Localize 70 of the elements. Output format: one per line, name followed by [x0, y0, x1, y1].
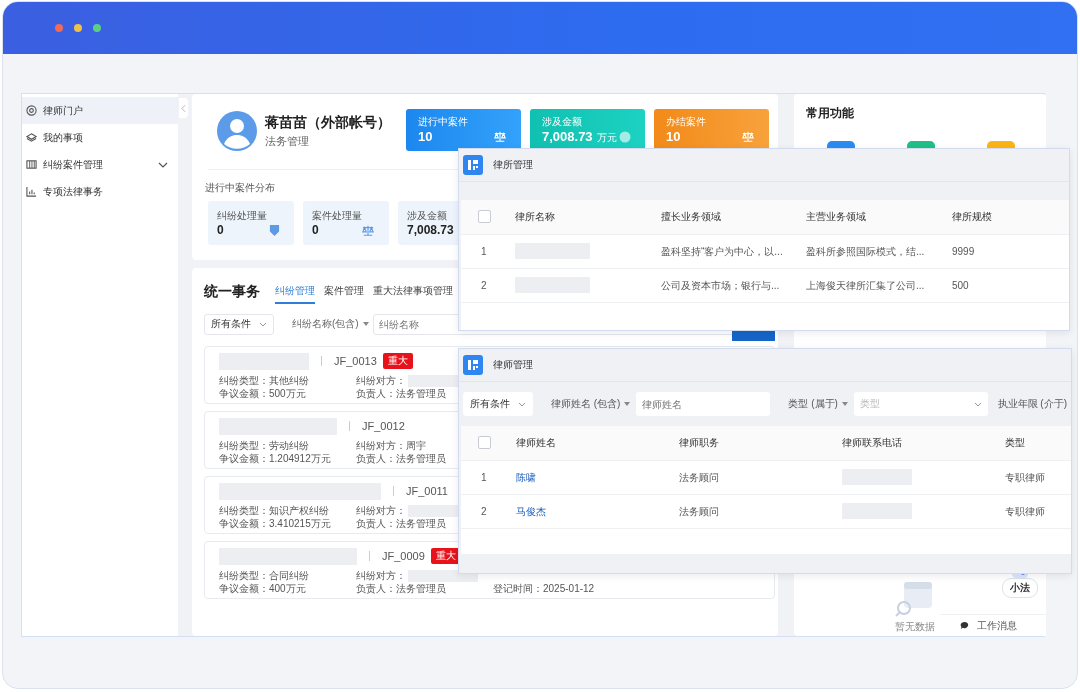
row-number: 2 [480, 506, 488, 517]
stat-value: 7,008.73 [407, 223, 454, 237]
table-cell-text: 500 [952, 280, 970, 291]
table-cell-text: 盈科坚持“客户为中心，以... [661, 244, 784, 259]
case-code: JF_0011 [406, 485, 448, 497]
column-header: 类型 [1005, 436, 1026, 450]
case-field: 负责人：法务管理员 [356, 582, 446, 595]
case-field: 纠纷对方： [356, 374, 406, 387]
case-field: 纠纷类型：其他纠纷 [219, 374, 309, 387]
stat-label: 办结案件 [666, 115, 707, 129]
dropdown-label: 所有条件 [470, 397, 510, 411]
case-field: 负责人：法务管理员 [356, 452, 446, 465]
stat-value: 0 [217, 223, 224, 237]
table-cell-text: 9999 [952, 246, 976, 257]
column-header: 律师职务 [679, 436, 720, 450]
major-tag: 重大 [382, 353, 413, 369]
card-title: 统一事务 [204, 283, 260, 301]
stat-value: 7,008.73 [542, 129, 593, 144]
stat-unit: 万元 [596, 131, 617, 145]
case-code: JF_0013 [334, 355, 377, 367]
panel-title: 常用功能 [805, 105, 855, 122]
case-field: 负责人：法务管理员 [356, 517, 446, 530]
table-cell-text: 专职律师 [1005, 470, 1046, 485]
table-cell-text: 专职律师 [1005, 504, 1046, 519]
stat-label: 案件处理量 [312, 209, 363, 223]
case-field: 纠纷对方： [356, 569, 406, 582]
table-cell-text: 法务顾问 [679, 504, 720, 519]
stat-label: 纠纷处理量 [217, 209, 268, 223]
case-field: 纠纷对方：周宇 [356, 439, 426, 452]
user-name: 蒋苗苗（外部帐号） [265, 113, 392, 132]
table-cell-text: 上海俊天律所汇集了公司... [806, 278, 926, 293]
case-field: 负责人：法务管理员 [356, 387, 446, 400]
row-number: 1 [480, 472, 488, 483]
case-field: 争议金额：3.410215万元 [219, 517, 331, 530]
window-title: 律师管理 [493, 358, 533, 372]
case-field: 纠纷类型：合同纠纷 [219, 569, 309, 582]
case-field: 纠纷类型：知识产权纠纷 [219, 504, 329, 517]
stat-label: 涉及金额 [542, 115, 583, 129]
case-field: 登记时间：2025-01-12 [493, 582, 595, 595]
case-code: JF_0009 [382, 550, 425, 562]
major-tag: 重大 [430, 548, 461, 564]
table-cell-text: 公司及资本市场；银行与... [661, 278, 781, 293]
messages-label: 工作消息 [977, 618, 1017, 633]
dropdown-label: 所有条件 [211, 317, 251, 331]
case-field: 争议金额：1.204912万元 [219, 452, 331, 465]
column-header: 律师姓名 [516, 436, 557, 450]
empty-text: 暂无数据 [895, 620, 935, 634]
column-header: 律师联系电话 [842, 436, 903, 450]
table-cell-text: 盈科所参照国际模式，结... [806, 244, 926, 259]
stat-label: 进行中案件 [418, 115, 469, 129]
section-title: 进行中案件分布 [205, 181, 276, 195]
row-number: 1 [480, 246, 488, 257]
row-number: 2 [480, 280, 488, 291]
column-header: 律所名称 [515, 210, 556, 224]
stat-value: 10 [666, 129, 681, 144]
table-cell-text: 法务顾问 [679, 470, 720, 485]
window-title: 律所管理 [493, 158, 533, 172]
filter-label: 执业年限 (介于) [997, 397, 1067, 411]
case-field: 争议金额：500万元 [219, 387, 306, 400]
user-role: 法务管理 [265, 133, 310, 149]
case-field: 争议金额：400万元 [219, 582, 306, 595]
stat-value: 10 [418, 129, 433, 144]
column-header: 律所规模 [952, 210, 993, 224]
stat-value: 0 [312, 223, 319, 237]
stat-label: 涉及金额 [407, 209, 448, 223]
case-code: JF_0012 [362, 420, 405, 432]
column-header: 擅长业务领域 [661, 210, 722, 224]
case-field: 纠纷类型：劳动纠纷 [219, 439, 309, 452]
column-header: 主营业务领域 [806, 210, 867, 224]
case-field: 纠纷对方： [356, 504, 406, 517]
